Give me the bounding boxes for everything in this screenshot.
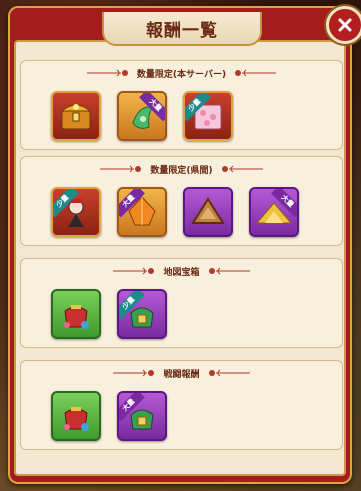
reward-item-jade-pendant[interactable]: 大量 [117,91,167,141]
item-row: 大量 [21,385,342,441]
lucky-bag-icon [64,305,89,329]
close-button[interactable] [326,6,361,44]
reward-item-treasure-chest[interactable] [51,91,101,141]
section-battle-rewards: 戦闘報酬 大量 [20,360,343,450]
section-limited-interserver: 数量限定(県間) 少量 大量 大量 [20,156,343,246]
reward-item-lucky-bag[interactable] [51,289,101,339]
ornament-left-icon [113,267,155,275]
item-row: 少量 [21,283,342,339]
section-header: 地図宝箱 [21,263,342,279]
ornament-right-icon [208,369,250,377]
reward-list-dialog: 報酬一覧 数量限定(本サーバー) 大量 少量 数量限定(県間) 少量 大量 大量… [8,6,352,484]
dialog-title: 報酬一覧 [146,20,218,41]
reward-item-wooden-triangle[interactable] [183,187,233,237]
item-row: 大量 少量 [21,85,342,141]
ornament-left-icon [113,369,155,377]
section-map-treasure: 地図宝箱 少量 [20,258,343,348]
section-limited-server: 数量限定(本サーバー) 大量 少量 [20,60,343,150]
section-title: 数量限定(県間) [150,165,213,176]
title-plate: 報酬一覧 [102,12,262,46]
reward-item-coin-pouch[interactable]: 大量 [117,391,167,441]
reward-item-doll[interactable]: 少量 [51,187,101,237]
ornament-left-icon [86,69,128,77]
section-title: 地図宝箱 [163,267,200,278]
section-header: 数量限定(本サーバー) [21,65,342,81]
reward-item-gold-pile[interactable]: 大量 [249,187,299,237]
close-icon [338,18,352,32]
section-header: 戦闘報酬 [21,365,342,381]
item-row: 少量 大量 大量 [21,181,342,237]
section-title: 戦闘報酬 [163,369,200,380]
ornament-right-icon [235,69,277,77]
reward-item-orange-crystal[interactable]: 大量 [117,187,167,237]
wooden-triangle-icon [191,197,225,224]
ornament-right-icon [208,267,250,275]
ornament-right-icon [221,165,263,173]
treasure-chest-icon [60,104,92,130]
reward-item-lucky-bag[interactable] [51,391,101,441]
ornament-left-icon [100,165,142,173]
lucky-bag-icon [64,407,89,431]
section-title: 数量限定(本サーバー) [136,69,227,80]
reward-item-coin-pouch[interactable]: 少量 [117,289,167,339]
section-header: 数量限定(県間) [21,161,342,177]
reward-item-blossom-scroll[interactable]: 少量 [183,91,233,141]
